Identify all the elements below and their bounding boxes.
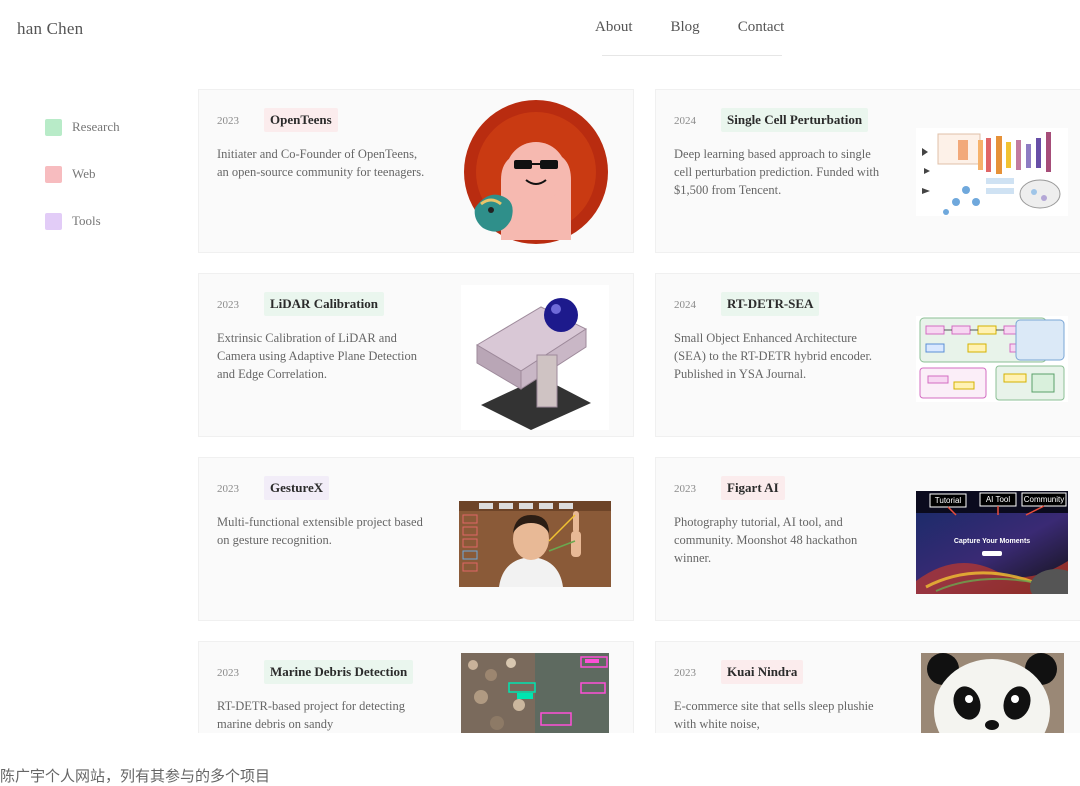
project-title[interactable]: Kuai Nindra [721, 660, 804, 684]
legend-item-research[interactable]: Research [45, 118, 120, 136]
project-year: 2023 [674, 483, 696, 495]
legend-label: Research [72, 119, 120, 134]
project-year: 2024 [674, 299, 696, 311]
project-description: E-commerce site that sells sleep plushie… [674, 699, 874, 731]
project-description: Multi-functional extensible project base… [217, 515, 423, 547]
project-description: RT-DETR-based project for detecting mari… [217, 699, 405, 731]
legend-item-web[interactable]: Web [45, 165, 120, 183]
panda-plushie-icon [921, 653, 1064, 733]
legend-label: Tools [72, 213, 101, 228]
project-description: Photography tutorial, AI tool, and commu… [674, 515, 858, 565]
thumb-heading: Capture Your Moments [953, 538, 1031, 545]
project-description: Deep learning based approach to single c… [674, 147, 880, 197]
page-viewport: han Chen About Blog Contact Research Web… [0, 0, 1080, 733]
logo-icon [461, 100, 611, 250]
category-legend: Research Web Tools [45, 118, 120, 259]
nav-blog[interactable]: Blog [671, 19, 700, 36]
nav-about[interactable]: About [595, 19, 633, 36]
architecture-diagram-icon [916, 316, 1068, 402]
project-title[interactable]: Single Cell Perturbation [721, 108, 869, 132]
nav-divider [602, 55, 782, 56]
thumb-label-ai-tool: AI Tool [985, 495, 1011, 504]
project-card-rt-detr-sea[interactable]: 2024 RT-DETR-SEA Small Object Enhanced A… [655, 273, 1080, 437]
project-card-openteens[interactable]: 2023 OpenTeens Initiater and Co-Founder … [198, 89, 634, 253]
project-card-gesturex[interactable]: 2023 GestureX Multi-functional extensibl… [198, 457, 634, 621]
nav-contact[interactable]: Contact [738, 19, 785, 36]
tools-swatch [45, 212, 62, 230]
project-title[interactable]: RT-DETR-SEA [721, 292, 820, 316]
project-card-kuai-nindra[interactable]: 2023 Kuai Nindra E-commerce site that se… [655, 641, 1080, 733]
thumb-label-tutorial: Tutorial [934, 496, 962, 505]
web-swatch [45, 165, 62, 183]
project-title[interactable]: GestureX [264, 476, 330, 500]
project-card-marine-debris[interactable]: 2023 Marine Debris Detection RT-DETR-bas… [198, 641, 634, 733]
project-year: 2023 [674, 667, 696, 679]
project-card-lidar[interactable]: 2023 LiDAR Calibration Extrinsic Calibra… [198, 273, 634, 437]
project-title[interactable]: OpenTeens [264, 108, 338, 132]
thumb-label-community: Community [1023, 495, 1065, 504]
project-year: 2023 [217, 115, 239, 127]
research-swatch [45, 118, 62, 136]
project-year: 2023 [217, 299, 239, 311]
project-description: Initiater and Co-Founder of OpenTeens, a… [217, 147, 425, 179]
diagram-icon [916, 128, 1068, 216]
project-year: 2023 [217, 483, 239, 495]
project-card-single-cell[interactable]: 2024 Single Cell Perturbation Deep learn… [655, 89, 1080, 253]
website-screenshot-icon: Tutorial AI Tool Community Capture Your … [916, 491, 1068, 594]
project-title[interactable]: LiDAR Calibration [264, 292, 384, 316]
image-caption: 陈广宇个人网站，列有其参与的多个项目 [0, 767, 271, 785]
site-name[interactable]: han Chen [17, 19, 83, 39]
project-title[interactable]: Figart AI [721, 476, 785, 500]
gesture-photo-icon [459, 501, 611, 587]
project-title[interactable]: Marine Debris Detection [264, 660, 414, 684]
legend-label: Web [72, 166, 96, 181]
project-year: 2024 [674, 115, 696, 127]
legend-item-tools[interactable]: Tools [45, 212, 120, 230]
project-year: 2023 [217, 667, 239, 679]
project-description: Extrinsic Calibration of LiDAR and Camer… [217, 331, 417, 381]
detection-photo-icon [461, 653, 609, 733]
project-description: Small Object Enhanced Architecture (SEA)… [674, 331, 873, 381]
top-navigation: About Blog Contact [595, 19, 784, 36]
device-icon [461, 285, 609, 430]
project-card-figart-ai[interactable]: 2023 Figart AI Photography tutorial, AI … [655, 457, 1080, 621]
